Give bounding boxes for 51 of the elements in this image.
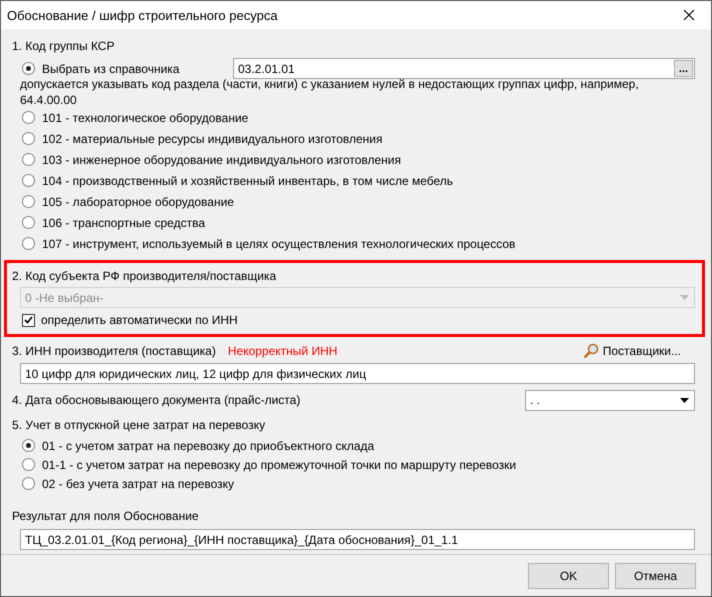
radio-button[interactable] <box>22 132 35 145</box>
radio-button[interactable] <box>22 216 35 229</box>
result-label: Результат для поля Обоснование <box>12 508 199 524</box>
radio-button[interactable] <box>22 195 35 208</box>
radio-label: 105 - лабораторное оборудование <box>42 194 234 210</box>
radio-label: 104 - производственный и хозяйственный инвентарь, в том числе мебель <box>42 172 454 188</box>
close-icon <box>683 9 695 21</box>
radio-button[interactable] <box>22 62 35 75</box>
inn-field[interactable]: 10 цифр для юридических лиц, 12 цифр для физических лиц <box>20 363 695 384</box>
section-heading: 3. ИНН производителя (поставщика) <box>12 343 216 359</box>
window-title: Обоснование / шифр строительного ресурса <box>7 8 278 22</box>
radio-label: 02 - без учета затрат на перевозку <box>42 476 234 492</box>
radio-button[interactable] <box>22 439 35 452</box>
hint-text: допускается указывать код раздела (части, книги) с указанием нулей в недостающих группах цифр, например, 64.4.00.00 <box>20 76 640 108</box>
field-value: 10 цифр для юридических лиц, 12 цифр для физических лиц <box>25 366 366 380</box>
radio-label: 103 - инженерное оборудование индивидуального изготовления <box>42 152 401 168</box>
radio-label: 107 - инструмент, используемый в целях осуществления технологических процессов <box>42 236 516 252</box>
radio-label: 01 - с учетом затрат на перевозку до приобъектного склада <box>42 438 374 454</box>
radio-button[interactable] <box>22 153 35 166</box>
dropdown-value: . . <box>530 393 540 407</box>
dropdown-value: 0 -Не выбран- <box>25 290 104 304</box>
dropdown-arrow-icon <box>680 398 689 402</box>
section-heading: 5. Учет в отпускной цене затрат на перевозку <box>12 417 266 433</box>
browse-button[interactable]: ... <box>674 60 693 77</box>
field-value: ТЦ_03.2.01.01_{Код региона}_{ИНН поставщика}_{Дата обоснования}_01_1.1 <box>25 532 458 546</box>
radio-button[interactable] <box>22 477 35 490</box>
dropdown-arrow-icon <box>680 295 689 300</box>
code-field[interactable]: 03.2.01.01 ... <box>233 58 695 79</box>
checkbox[interactable] <box>22 314 35 326</box>
search-icon <box>582 343 599 359</box>
radio-button[interactable] <box>22 237 35 250</box>
date-dropdown[interactable]: . . <box>525 390 695 410</box>
suppliers-button[interactable]: Поставщики... <box>582 343 681 359</box>
radio-button[interactable] <box>22 111 35 124</box>
checkmark-icon <box>24 316 33 324</box>
radio-label: 106 - транспортные средства <box>42 214 205 230</box>
radio-label: Выбрать из справочника <box>42 60 180 76</box>
result-field[interactable]: ТЦ_03.2.01.01_{Код региона}_{ИНН поставщика}_{Дата обоснования}_01_1.1 <box>20 529 695 550</box>
field-value: 03.2.01.01 <box>238 62 295 76</box>
section-heading: 2. Код субъекта РФ производителя/поставщика <box>12 268 276 284</box>
error-text: Некорректный ИНН <box>228 344 338 358</box>
radio-label: 101 - технологическое оборудование <box>42 110 248 126</box>
radio-label: 102 - материальные ресурсы индивидуального изготовления <box>42 130 382 146</box>
checkbox-label: определить автоматически по ИНН <box>41 312 238 328</box>
cancel-button[interactable]: Отмена <box>615 562 696 588</box>
section-heading: 1. Код группы КСР <box>12 38 114 54</box>
radio-button[interactable] <box>22 458 35 471</box>
section-heading: 4. Дата обосновывающего документа (прайс-листа) <box>12 392 300 408</box>
radio-button[interactable] <box>22 174 35 187</box>
radio-label: 01-1 - с учетом затрат на перевозку до промежуточной точки по маршруту перевозки <box>42 456 516 472</box>
ok-button[interactable]: OK <box>528 562 609 588</box>
